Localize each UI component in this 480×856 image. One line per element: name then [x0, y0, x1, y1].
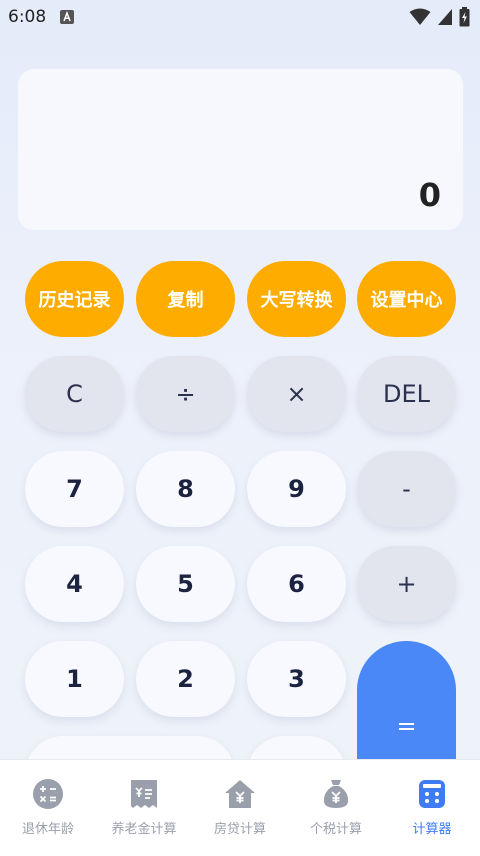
calculator-display: 0 [18, 69, 463, 230]
digit-7-button[interactable]: 7 [25, 451, 124, 527]
clear-button[interactable]: C [25, 356, 124, 432]
house-yuan-icon [225, 780, 255, 808]
battery-icon [459, 7, 470, 27]
uppercase-convert-button[interactable]: 大写转换 [247, 261, 346, 337]
digit-8-button[interactable]: 8 [136, 451, 235, 527]
digit-5-button[interactable]: 5 [136, 546, 235, 622]
delete-button[interactable]: DEL [357, 356, 456, 432]
tab-income-tax[interactable]: 个税计算 [288, 760, 384, 856]
receipt-icon [131, 780, 157, 808]
history-button[interactable]: 历史记录 [25, 261, 124, 337]
status-time: 6:08 [8, 7, 47, 27]
digit-6-button[interactable]: 6 [247, 546, 346, 622]
tab-retirement-age[interactable]: 退休年龄 [0, 760, 96, 856]
notification-a-icon [60, 10, 75, 24]
signal-icon [438, 9, 452, 25]
settings-button[interactable]: 设置中心 [357, 261, 456, 337]
bottom-tab-bar: 退休年龄 养老金计算 房贷计算 个税计算 计算器 [0, 759, 480, 856]
minus-button[interactable]: - [357, 451, 456, 527]
tab-label: 退休年龄 [21, 822, 74, 837]
calculator-round-icon [33, 779, 63, 809]
tab-label: 房贷计算 [213, 822, 266, 837]
digit-3-button[interactable]: 3 [247, 641, 346, 717]
digit-9-button[interactable]: 9 [247, 451, 346, 527]
calculator-icon [419, 780, 445, 808]
display-value: 0 [418, 176, 441, 214]
tab-calculator[interactable]: 计算器 [384, 760, 480, 856]
status-bar: 6:08 [0, 0, 480, 34]
tab-label: 养老金计算 [111, 822, 177, 837]
tab-label: 计算器 [412, 822, 452, 837]
copy-button[interactable]: 复制 [136, 261, 235, 337]
plus-button[interactable]: + [357, 546, 456, 622]
digit-1-button[interactable]: 1 [25, 641, 124, 717]
multiply-button[interactable]: × [247, 356, 346, 432]
tab-pension[interactable]: 养老金计算 [96, 760, 192, 856]
digit-4-button[interactable]: 4 [25, 546, 124, 622]
tab-label: 个税计算 [309, 822, 362, 837]
wifi-icon [409, 8, 431, 25]
digit-2-button[interactable]: 2 [136, 641, 235, 717]
divide-button[interactable]: ÷ [136, 356, 235, 432]
tab-mortgage[interactable]: 房贷计算 [192, 760, 288, 856]
money-bag-icon [323, 780, 349, 808]
